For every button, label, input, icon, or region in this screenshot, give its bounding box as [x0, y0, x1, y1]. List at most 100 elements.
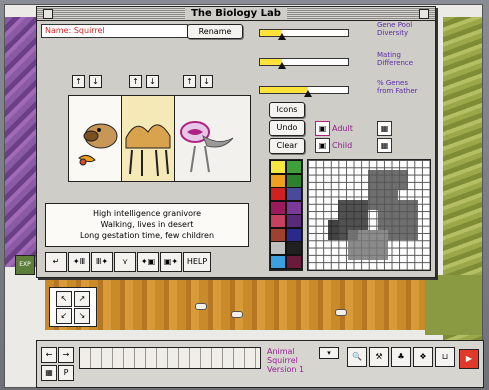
color-swatch[interactable] — [286, 214, 302, 228]
side-icon[interactable]: EXP — [15, 255, 35, 275]
description-line: Walking, lives in desert — [100, 220, 194, 229]
slider-mating-difference[interactable] — [259, 58, 349, 69]
body-next-button[interactable]: ↓ — [146, 75, 159, 88]
camel-body-icon — [125, 124, 171, 177]
color-swatch[interactable] — [270, 227, 286, 242]
map-icon[interactable]: ▦ — [41, 365, 57, 381]
animal-info: Animal Squirrel Version 1 — [267, 347, 304, 374]
tail-prev-button[interactable]: ↑ — [183, 75, 196, 88]
animal-version: Version 1 — [267, 365, 305, 374]
creature-sprite[interactable] — [231, 311, 243, 318]
slider-thumb-icon[interactable] — [278, 33, 286, 40]
tail-icon — [180, 121, 234, 173]
label-line: % Genes — [377, 79, 408, 87]
label-line: Mating — [377, 51, 401, 59]
arrow-left-icon[interactable]: ← — [41, 347, 57, 363]
color-swatch[interactable] — [270, 160, 286, 174]
pattern-left-tool-button[interactable]: ✦▣ — [137, 252, 159, 272]
color-swatch[interactable] — [286, 187, 302, 201]
clear-button[interactable]: Clear — [269, 138, 305, 154]
animal-name: Squirrel — [267, 356, 298, 365]
return-tool-button[interactable]: ↵ — [45, 252, 67, 272]
arrow-right-icon[interactable]: → — [58, 347, 74, 363]
color-swatch[interactable] — [270, 214, 286, 228]
squirrel-pixel-icon — [328, 170, 418, 260]
creature-portrait[interactable] — [68, 95, 251, 182]
window-title: The Biology Lab — [185, 7, 287, 20]
label-line: Gene Pool — [377, 21, 413, 29]
tail-next-button[interactable]: ↓ — [200, 75, 213, 88]
pattern-right-tool-button[interactable]: ▣✦ — [160, 252, 182, 272]
title-bar[interactable]: The Biology Lab — [37, 7, 435, 21]
terrain-bottom — [45, 275, 425, 330]
icons-button[interactable]: Icons — [269, 102, 305, 118]
slider-genes-from-father[interactable] — [259, 86, 349, 97]
camel-head-icon — [78, 123, 118, 166]
body-panel[interactable] — [122, 96, 175, 181]
body-prev-button[interactable]: ↑ — [129, 75, 142, 88]
color-swatch[interactable] — [270, 173, 286, 188]
tool-icon[interactable]: ⚒ — [369, 347, 389, 367]
color-swatch[interactable] — [270, 241, 286, 255]
creature-description: High intelligence granivore Walking, liv… — [45, 203, 249, 247]
creature-sprite[interactable] — [335, 309, 347, 316]
color-swatch[interactable] — [270, 254, 286, 269]
description-line: High intelligence granivore — [92, 209, 202, 218]
description-line: Long gestation time, few children — [79, 231, 215, 240]
arrow-down-left-icon[interactable]: ↙ — [56, 308, 72, 324]
name-field[interactable]: Name: Squirrel — [41, 24, 188, 38]
slider-label-genes-father: % Genes from Father — [377, 79, 433, 95]
adult-preview-icon[interactable]: ▦ — [377, 121, 392, 136]
zoom-box-icon[interactable] — [419, 9, 429, 19]
pixel-icon-editor[interactable] — [307, 159, 431, 271]
slider-gene-pool-diversity[interactable] — [259, 29, 349, 40]
arrow-up-right-icon[interactable]: ↗ — [74, 291, 90, 307]
terrain-bottom-right — [425, 275, 482, 335]
head-prev-button[interactable]: ↑ — [72, 75, 85, 88]
close-box-icon[interactable] — [43, 9, 53, 19]
color-swatch[interactable] — [286, 173, 302, 188]
food-icon[interactable]: ❖ — [413, 347, 433, 367]
play-pause-icon[interactable]: ▶ — [459, 349, 479, 369]
undo-button[interactable]: Undo — [269, 120, 305, 136]
arrow-up-left-icon[interactable]: ↖ — [56, 291, 72, 307]
color-swatch[interactable] — [286, 160, 302, 174]
label-line: Diversity — [377, 29, 409, 37]
color-swatch[interactable] — [286, 227, 302, 242]
color-swatch[interactable] — [286, 200, 302, 215]
animal-dropdown-button[interactable]: ▾ — [319, 347, 339, 359]
biology-lab-window: The Biology Lab Name: Squirrel Rename Ge… — [36, 6, 436, 278]
creature-sprite[interactable] — [195, 303, 207, 310]
head-panel[interactable] — [69, 96, 122, 181]
page-icon[interactable]: P — [58, 365, 74, 381]
split-left-tool-button[interactable]: ✦Ⅲ — [68, 252, 90, 272]
animal-label: Animal — [267, 347, 295, 356]
slider-fill — [260, 87, 309, 93]
color-swatch[interactable] — [286, 254, 302, 269]
slider-label-gene-pool: Gene Pool Diversity — [377, 21, 433, 37]
tail-panel[interactable] — [175, 96, 250, 181]
rename-button[interactable]: Rename — [187, 24, 243, 39]
help-button[interactable]: HELP — [183, 252, 211, 272]
people-icon[interactable]: ♣ — [391, 347, 411, 367]
child-stage-icon[interactable]: ▣ — [315, 138, 330, 153]
arrow-pad: ↖ ↗ ↙ ↘ — [49, 287, 97, 327]
adult-label: Adult — [332, 124, 353, 133]
bucket-icon[interactable]: ⊔ — [435, 347, 455, 367]
merge-tool-button[interactable]: ⋎ — [114, 252, 136, 272]
slider-thumb-icon[interactable] — [304, 90, 313, 97]
bottom-toolbar: ← → ▦ P Animal Squirrel Version 1 ▾ 🔍 ⚒ … — [36, 340, 484, 388]
color-swatch[interactable] — [270, 200, 286, 215]
arrow-down-right-icon[interactable]: ↘ — [74, 308, 90, 324]
label-line: from Father — [377, 87, 418, 95]
animal-selector-strip[interactable] — [79, 347, 261, 369]
magnifier-icon[interactable]: 🔍 — [347, 347, 367, 367]
slider-label-mating: Mating Difference — [377, 51, 433, 67]
color-swatch[interactable] — [270, 187, 286, 201]
slider-thumb-icon[interactable] — [278, 62, 286, 69]
adult-stage-icon[interactable]: ▣ — [315, 121, 330, 136]
color-swatch[interactable] — [286, 241, 302, 255]
head-next-button[interactable]: ↓ — [89, 75, 102, 88]
split-right-tool-button[interactable]: Ⅲ✦ — [91, 252, 113, 272]
child-preview-icon[interactable]: ▦ — [377, 138, 392, 153]
